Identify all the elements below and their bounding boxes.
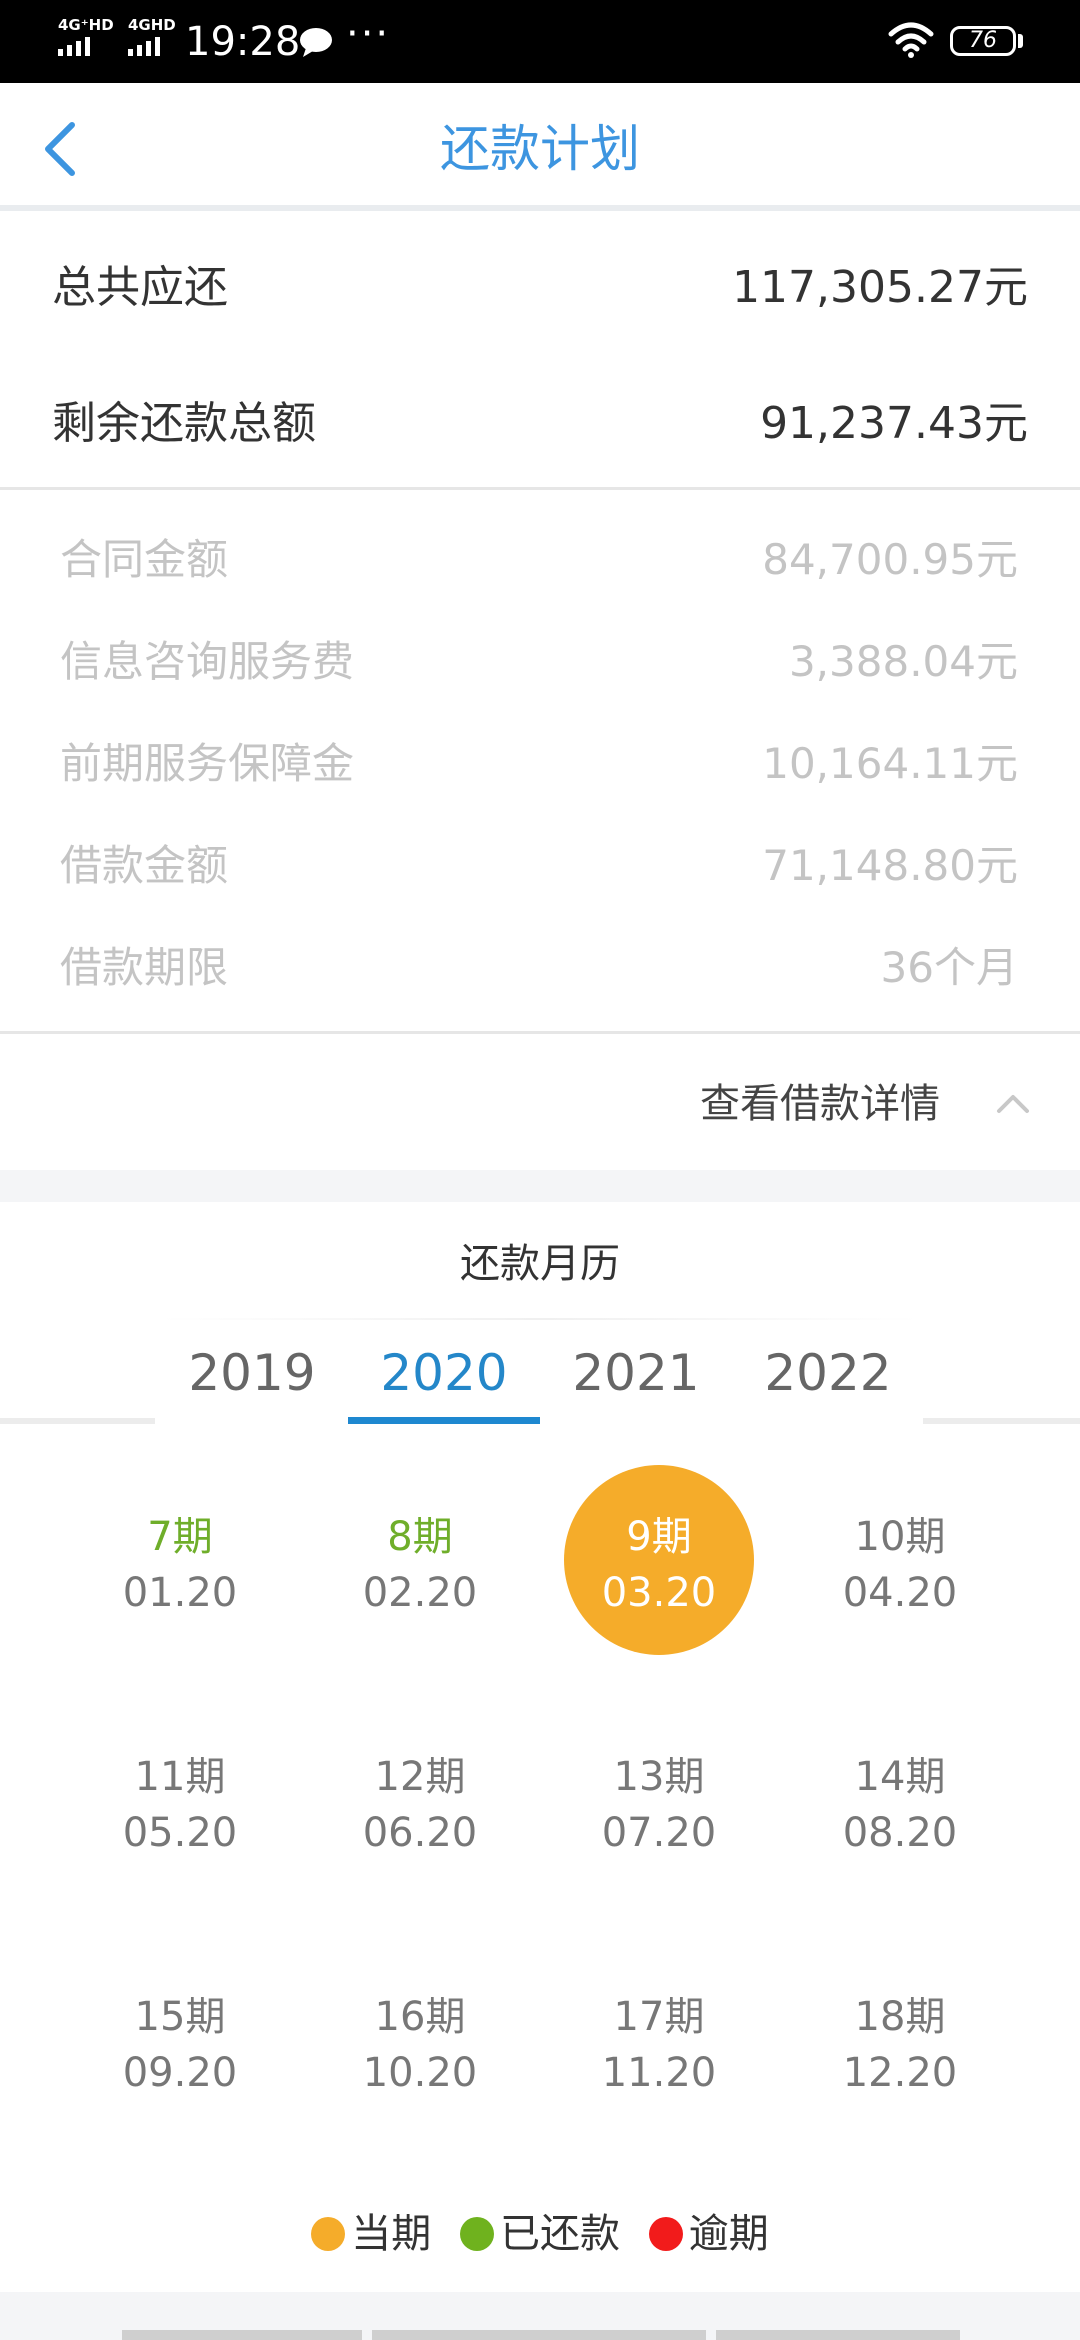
period-cell[interactable]: 16期 10.20 (325, 1945, 515, 2135)
period-cell-current[interactable]: 9期 03.20 (564, 1465, 754, 1655)
period-cell[interactable]: 7期 01.20 (85, 1465, 275, 1655)
network-type-label-2: 4GHD (128, 16, 176, 34)
active-tab-indicator (348, 1417, 540, 1424)
period-date: 03.20 (601, 1570, 717, 1616)
period-cell[interactable]: 15期 09.20 (85, 1945, 275, 2135)
detail-value: 84,700.95元 (762, 535, 1018, 584)
period-date: 12.20 (842, 2050, 958, 2096)
battery-level: 76 (969, 28, 997, 53)
signal-icon (58, 36, 118, 56)
period-cell[interactable]: 10期 04.20 (805, 1465, 995, 1655)
overdue-dot-icon (648, 2217, 683, 2251)
bottom-button-edge[interactable] (716, 2330, 960, 2340)
divider (0, 487, 1080, 490)
remaining-label: 剩余还款总额 (52, 398, 316, 449)
period-number: 14期 (854, 1754, 946, 1800)
detail-value: 10,164.11元 (762, 739, 1018, 788)
bottom-button-edge[interactable] (372, 2330, 706, 2340)
page-title: 还款计划 (440, 120, 640, 178)
divider (160, 1318, 920, 1320)
detail-value: 71,148.80元 (762, 841, 1018, 890)
detail-row: 前期服务保障金 10,164.11元 (60, 736, 1018, 792)
period-date: 08.20 (842, 1810, 958, 1856)
period-number: 16期 (374, 1994, 466, 2040)
period-date: 01.20 (122, 1570, 238, 1616)
detail-row: 信息咨询服务费 3,388.04元 (60, 634, 1018, 690)
detail-value: 36个月 (880, 943, 1018, 992)
tab-year-2022[interactable]: 2022 (732, 1338, 924, 1408)
detail-row: 借款金额 71,148.80元 (60, 838, 1018, 894)
detail-label: 合同金额 (60, 535, 229, 584)
tab-track (923, 1418, 1080, 1424)
battery-icon: 76 (950, 26, 1016, 56)
tab-track (0, 1418, 155, 1424)
detail-label: 借款期限 (60, 943, 229, 992)
period-number: 17期 (613, 1994, 705, 2040)
period-date: 07.20 (601, 1810, 717, 1856)
total-due-label: 总共应还 (52, 262, 228, 313)
period-date: 10.20 (362, 2050, 478, 2096)
bottom-button-edge[interactable] (122, 2330, 362, 2340)
period-number: 9期 (626, 1514, 692, 1560)
battery-tip (1018, 34, 1023, 48)
period-cell[interactable]: 8期 02.20 (325, 1465, 515, 1655)
remaining-row: 剩余还款总额 91,237.43元 (52, 394, 1028, 454)
period-cell[interactable]: 12期 06.20 (325, 1705, 515, 1895)
tab-year-2021[interactable]: 2021 (540, 1338, 732, 1408)
period-date: 11.20 (601, 2050, 717, 2096)
period-cell[interactable]: 13期 07.20 (564, 1705, 754, 1895)
legend-label: 已还款 (500, 2211, 620, 2257)
tab-year-2019[interactable]: 2019 (156, 1338, 348, 1408)
detail-row: 借款期限 36个月 (60, 940, 1018, 996)
chat-icon (300, 28, 332, 57)
view-loan-details-link[interactable]: 查看借款详情 (700, 1076, 940, 1132)
total-due-row: 总共应还 117,305.27元 (52, 258, 1028, 318)
period-cell[interactable]: 11期 05.20 (85, 1705, 275, 1895)
period-number: 12期 (374, 1754, 466, 1800)
period-cell[interactable]: 17期 11.20 (564, 1945, 754, 2135)
period-date: 05.20 (122, 1810, 238, 1856)
period-date: 09.20 (122, 2050, 238, 2096)
status-legend: 当期 已还款 逾期 (0, 2206, 1080, 2262)
wifi-icon (888, 22, 934, 58)
detail-label: 信息咨询服务费 (60, 637, 355, 686)
status-time: 19:28 (185, 19, 301, 65)
period-number: 18期 (854, 1994, 946, 2040)
signal-icon-2 (128, 36, 188, 56)
more-icon: ··· (346, 11, 391, 57)
current-dot-icon (311, 2217, 346, 2251)
period-number: 11期 (134, 1754, 226, 1800)
tab-year-2020[interactable]: 2020 (348, 1338, 540, 1408)
total-due-value: 117,305.27元 (732, 262, 1028, 313)
period-date: 06.20 (362, 1810, 478, 1856)
period-number: 8期 (387, 1514, 453, 1560)
detail-label: 借款金额 (60, 841, 229, 890)
chevron-up-icon[interactable] (996, 1092, 1030, 1114)
detail-value: 3,388.04元 (788, 637, 1018, 686)
remaining-value: 91,237.43元 (760, 398, 1028, 449)
detail-label: 前期服务保障金 (60, 739, 355, 788)
detail-row: 合同金额 84,700.95元 (60, 532, 1018, 588)
section-gap (0, 1170, 1080, 1202)
period-number: 15期 (134, 1994, 226, 2040)
period-number: 7期 (147, 1514, 213, 1560)
year-tabs: 2019 2020 2021 2022 (0, 1338, 1080, 1426)
period-number: 13期 (613, 1754, 705, 1800)
status-bar: 4G⁺HD 4GHD 19:28 ··· 76 (0, 0, 1080, 83)
period-date: 02.20 (362, 1570, 478, 1616)
legend-item-overdue: 逾期 (648, 2206, 769, 2262)
period-date: 04.20 (842, 1570, 958, 1616)
period-cell[interactable]: 14期 08.20 (805, 1705, 995, 1895)
calendar-title: 还款月历 (460, 1241, 620, 1287)
period-cell[interactable]: 18期 12.20 (805, 1945, 995, 2135)
legend-item-paid: 已还款 (460, 2206, 620, 2262)
legend-label: 当期 (351, 2211, 432, 2257)
legend-label: 逾期 (688, 2211, 769, 2257)
nav-bar: 还款计划 (0, 83, 1080, 211)
network-type-label-1: 4G⁺HD (58, 16, 114, 34)
divider (0, 1031, 1080, 1034)
paid-dot-icon (460, 2217, 494, 2251)
period-number: 10期 (854, 1514, 946, 1560)
legend-item-current: 当期 (311, 2206, 431, 2262)
